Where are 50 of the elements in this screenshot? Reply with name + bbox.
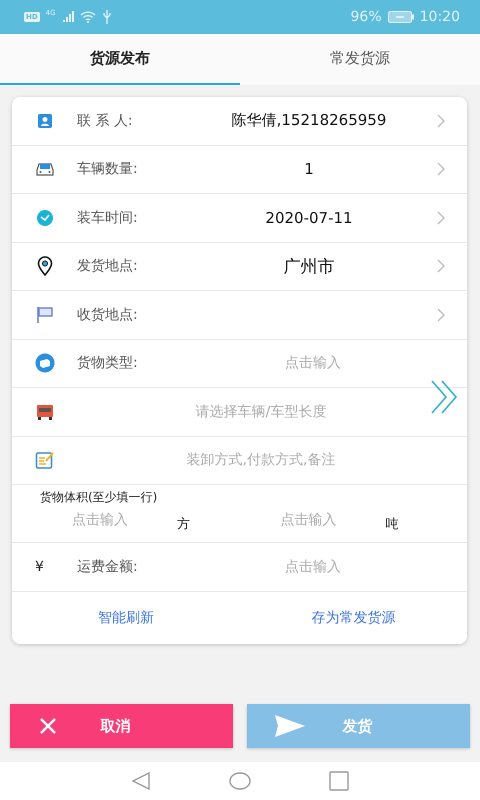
tab[interactable]: 常发货源 xyxy=(240,34,480,85)
truck-icon xyxy=(35,402,55,421)
location-pin-icon xyxy=(37,256,53,276)
car-icon xyxy=(35,161,55,178)
field-label: 货物类型: xyxy=(77,354,139,372)
field-value: 1 xyxy=(303,160,315,178)
paper-plane-icon xyxy=(275,715,305,737)
close-icon xyxy=(38,716,58,736)
section-title: 货物体积(至少填一行) xyxy=(40,489,158,506)
field-label: 收货地点: xyxy=(77,306,139,324)
unit-label: 吨 xyxy=(386,516,400,533)
field-label: 发货地点: xyxy=(77,257,139,276)
battery-percent: 96% xyxy=(350,9,382,25)
back-icon[interactable] xyxy=(131,771,151,791)
tab[interactable]: 货源发布 xyxy=(0,34,240,85)
unit-label: 方 xyxy=(177,516,192,533)
field-label: 联 系 人: xyxy=(77,112,134,130)
recents-icon[interactable] xyxy=(329,771,349,791)
clock-time: 10:20 xyxy=(420,9,460,25)
field-placeholder: 请选择车辆/车型长度 xyxy=(194,402,328,421)
field-value: 2020-07-11 xyxy=(264,208,354,227)
field-value: 广州市 xyxy=(282,256,336,278)
field-placeholder: 装卸方式,付款方式,备注 xyxy=(186,451,336,470)
form-row[interactable]: 发货地点: 广州市 xyxy=(12,242,467,291)
field-label: 车辆数量: xyxy=(77,160,139,178)
field-label: 运费金额: xyxy=(77,558,139,576)
form-row[interactable]: 联 系 人: 陈华倩,15218265959 xyxy=(12,97,467,146)
home-icon[interactable] xyxy=(229,772,251,790)
note-edit-icon xyxy=(35,450,55,470)
field-placeholder: 点击输入 xyxy=(284,558,342,576)
battery-icon xyxy=(388,11,414,23)
form-row[interactable]: 装车时间: 2020-07-11 xyxy=(12,194,467,242)
text-link[interactable]: 存为常发货源 xyxy=(240,608,467,626)
box-icon xyxy=(35,353,55,374)
yuan-symbol: ¥ xyxy=(35,558,45,575)
form-row[interactable]: 货物类型: 点击输入 xyxy=(12,340,467,388)
field-value: 陈华倩,15218265959 xyxy=(230,111,388,130)
usb-icon xyxy=(102,10,112,24)
form-row[interactable]: ¥ 运费金额: 点击输入 xyxy=(12,543,467,592)
form-row[interactable]: 收货地点: xyxy=(12,291,467,340)
form-row[interactable]: 车辆数量: 1 xyxy=(12,146,467,194)
contact-card-icon xyxy=(37,112,53,129)
wifi-icon xyxy=(80,11,96,23)
text-link[interactable]: 智能刷新 xyxy=(12,608,240,626)
flag-icon xyxy=(36,306,54,324)
signal-icon xyxy=(62,11,74,23)
field-placeholder: 点击输入 xyxy=(284,354,342,372)
field-label: 装车时间: xyxy=(77,208,139,227)
cancel-button[interactable]: 取消 xyxy=(10,704,233,748)
double-chevron-icon[interactable] xyxy=(430,380,460,414)
